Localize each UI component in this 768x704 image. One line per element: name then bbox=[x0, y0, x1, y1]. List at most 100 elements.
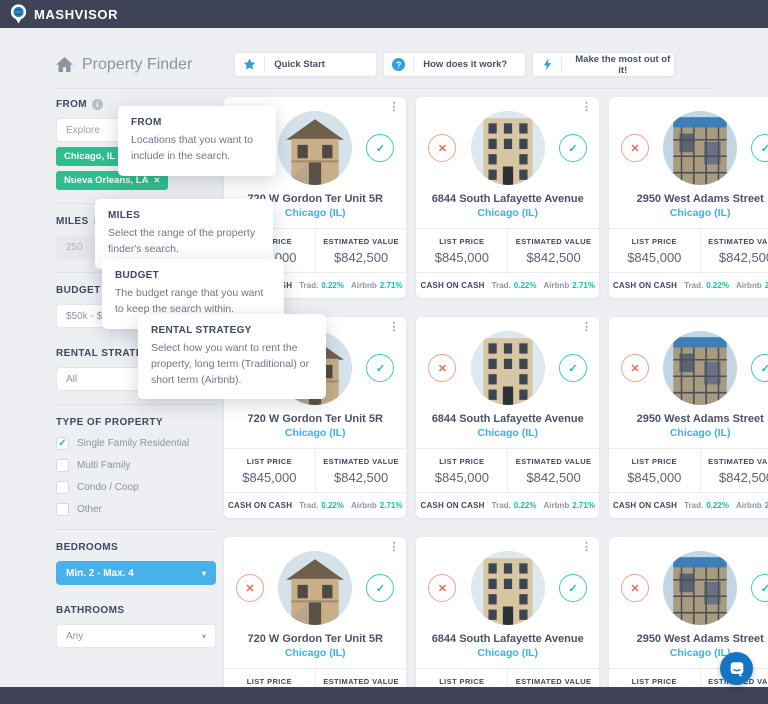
lightning-icon bbox=[533, 57, 562, 72]
reject-property-button[interactable]: ✕ bbox=[428, 354, 456, 382]
reject-property-button[interactable]: ✕ bbox=[428, 134, 456, 162]
estimated-value: $842,500 bbox=[508, 470, 599, 485]
accept-property-button[interactable]: ✓ bbox=[751, 574, 768, 602]
reject-property-button[interactable]: ✕ bbox=[428, 574, 456, 602]
estimated-value: $842,500 bbox=[316, 470, 407, 485]
top-navbar: MASHVISOR bbox=[0, 0, 768, 28]
accept-property-button[interactable]: ✓ bbox=[751, 354, 768, 382]
accept-property-button[interactable]: ✓ bbox=[751, 134, 768, 162]
property-photo bbox=[278, 551, 352, 625]
list-price-block: LIST PRICE $845,000 bbox=[609, 449, 700, 492]
quick-start-button[interactable]: Quick Start bbox=[234, 52, 377, 77]
list-price-block: LIST PRICE $845,000 bbox=[609, 229, 700, 272]
property-grid: ⋮ ✕ ✓ 720 W Gordon Ter Unit 5R Chicago (… bbox=[224, 97, 768, 704]
trad-coc-value: 0.22% bbox=[706, 281, 729, 290]
property-card: ⋮ ✕ ✓ 720 W Gordon Ter Unit 5R Chicago (… bbox=[224, 537, 406, 704]
property-address: 720 W Gordon Ter Unit 5R bbox=[224, 413, 406, 425]
property-card: ⋮ ✕ ✓ 6844 South Lafayette Avenue Chicag… bbox=[416, 537, 598, 704]
filter-bathrooms: BATHROOMS Any ▾ bbox=[56, 605, 216, 648]
property-photo bbox=[471, 551, 545, 625]
reject-property-button[interactable]: ✕ bbox=[621, 574, 649, 602]
airbnb-coc-value: 2.71% bbox=[380, 281, 403, 290]
kebab-menu-icon[interactable]: ⋮ bbox=[388, 102, 399, 113]
cash-on-cash-row: CASH ON CASH Trad. 0.22% Airbnb 2.71% bbox=[609, 272, 768, 298]
property-city-link[interactable]: Chicago (IL) bbox=[609, 207, 768, 219]
chevron-down-icon: ▾ bbox=[202, 632, 206, 641]
kebab-menu-icon[interactable]: ⋮ bbox=[388, 542, 399, 553]
header-divider bbox=[56, 88, 712, 89]
remove-tag-icon[interactable]: ✕ bbox=[153, 176, 160, 185]
question-icon: ? bbox=[384, 57, 414, 72]
property-city-link[interactable]: Chicago (IL) bbox=[224, 427, 406, 439]
chat-launcher-button[interactable] bbox=[720, 652, 753, 685]
page-title: Property Finder bbox=[56, 56, 192, 74]
estimated-value: $842,500 bbox=[508, 250, 599, 265]
property-card: ⋮ ✕ ✓ 2950 West Adams Street Chicago (IL… bbox=[609, 97, 768, 298]
property-address: 6844 South Lafayette Avenue bbox=[416, 193, 598, 205]
trad-coc-value: 0.22% bbox=[321, 501, 344, 510]
trad-coc-value: 0.22% bbox=[321, 281, 344, 290]
filter-property-type: TYPE OF PROPERTY ✓Single Family Resident… bbox=[56, 417, 216, 516]
star-icon bbox=[235, 57, 265, 72]
list-price-block: LIST PRICE $845,000 bbox=[416, 449, 507, 492]
property-card: ⋮ ✕ ✓ 2950 West Adams Street Chicago (IL… bbox=[609, 317, 768, 518]
mashvisor-logo-icon[interactable] bbox=[10, 4, 27, 24]
property-address: 2950 West Adams Street bbox=[609, 413, 768, 425]
property-city-link[interactable]: Chicago (IL) bbox=[224, 647, 406, 659]
brand-name[interactable]: MASHVISOR bbox=[34, 7, 118, 22]
reject-property-button[interactable]: ✕ bbox=[621, 354, 649, 382]
property-type-option[interactable]: ✓Other bbox=[56, 503, 216, 516]
cash-on-cash-row: CASH ON CASH Trad. 0.22% Airbnb 2.71% bbox=[416, 272, 598, 298]
info-icon[interactable]: i bbox=[92, 99, 103, 110]
property-type-option[interactable]: ✓Multi Family bbox=[56, 459, 216, 472]
property-address: 720 W Gordon Ter Unit 5R bbox=[224, 633, 406, 645]
estimated-value-block: ESTIMATED VALUE $842,500 bbox=[700, 449, 768, 492]
property-address: 6844 South Lafayette Avenue bbox=[416, 633, 598, 645]
accept-property-button[interactable]: ✓ bbox=[559, 574, 587, 602]
property-city-link[interactable]: Chicago (IL) bbox=[416, 647, 598, 659]
filters-sidebar: FROMi Chicago, IL✕ Nueva Orleans, LA✕ MI… bbox=[56, 97, 216, 704]
accept-property-button[interactable]: ✓ bbox=[559, 134, 587, 162]
property-city-link[interactable]: Chicago (IL) bbox=[416, 207, 598, 219]
home-icon bbox=[56, 57, 73, 72]
footer-bar bbox=[0, 687, 768, 704]
kebab-menu-icon[interactable]: ⋮ bbox=[581, 102, 592, 113]
list-price-value: $845,000 bbox=[224, 470, 315, 485]
kebab-menu-icon[interactable]: ⋮ bbox=[388, 322, 399, 333]
estimated-value-block: ESTIMATED VALUE $842,500 bbox=[700, 229, 768, 272]
accept-property-button[interactable]: ✓ bbox=[559, 354, 587, 382]
bathrooms-select[interactable]: Any ▾ bbox=[56, 624, 216, 648]
make-the-most-button[interactable]: Make the most out of it! bbox=[532, 52, 675, 77]
how-does-it-work-button[interactable]: ? How does it work? bbox=[383, 52, 526, 77]
property-city-link[interactable]: Chicago (IL) bbox=[609, 427, 768, 439]
property-address: 6844 South Lafayette Avenue bbox=[416, 413, 598, 425]
checkbox-icon: ✓ bbox=[56, 503, 69, 516]
kebab-menu-icon[interactable]: ⋮ bbox=[581, 542, 592, 553]
accept-property-button[interactable]: ✓ bbox=[366, 574, 394, 602]
checkbox-icon: ✓ bbox=[56, 437, 69, 450]
estimated-value-block: ESTIMATED VALUE $842,500 bbox=[315, 449, 407, 492]
property-photo bbox=[663, 331, 737, 405]
property-photo bbox=[471, 111, 545, 185]
reject-property-button[interactable]: ✕ bbox=[236, 574, 264, 602]
trad-coc-value: 0.22% bbox=[514, 501, 537, 510]
property-type-option[interactable]: ✓Single Family Residential bbox=[56, 437, 216, 450]
reject-property-button[interactable]: ✕ bbox=[621, 134, 649, 162]
page-header: Property Finder Quick Start ? How does i… bbox=[56, 52, 712, 77]
property-address: 2950 West Adams Street bbox=[609, 193, 768, 205]
list-price-value: $845,000 bbox=[416, 250, 507, 265]
property-type-option[interactable]: ✓Condo / Coop bbox=[56, 481, 216, 494]
property-city-link[interactable]: Chicago (IL) bbox=[416, 427, 598, 439]
property-card: ⋮ ✕ ✓ 6844 South Lafayette Avenue Chicag… bbox=[416, 317, 598, 518]
kebab-menu-icon[interactable]: ⋮ bbox=[581, 322, 592, 333]
property-photo bbox=[663, 551, 737, 625]
list-price-value: $845,000 bbox=[416, 470, 507, 485]
bedrooms-select[interactable]: Min. 2 - Max. 4 ▾ bbox=[56, 561, 216, 585]
accept-property-button[interactable]: ✓ bbox=[366, 354, 394, 382]
airbnb-coc-value: 2.71% bbox=[572, 281, 595, 290]
accept-property-button[interactable]: ✓ bbox=[366, 134, 394, 162]
property-card: ⋮ ✕ ✓ 6844 South Lafayette Avenue Chicag… bbox=[416, 97, 598, 298]
estimated-value: $842,500 bbox=[316, 250, 407, 265]
property-address: 2950 West Adams Street bbox=[609, 633, 768, 645]
list-price-value: $845,000 bbox=[609, 250, 700, 265]
